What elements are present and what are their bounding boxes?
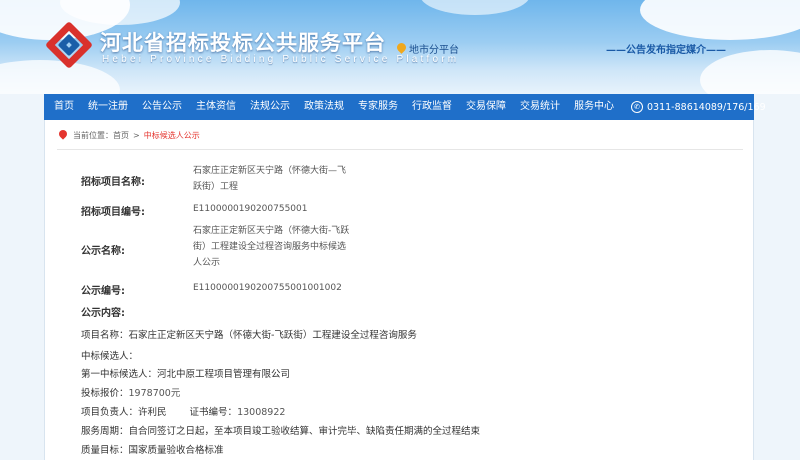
bid-price-label: 投标报价： <box>81 388 129 399</box>
breadcrumb-divider <box>57 149 743 150</box>
notice-code-label: 公示编号: <box>81 286 125 297</box>
notice-code-value: E1100000190200755001001002 <box>193 283 342 293</box>
breadcrumb-current[interactable]: 中标候选人公示 <box>144 130 200 141</box>
cert-label: 证书编号： <box>189 407 238 418</box>
slogan: ——公告发布指定媒介—— <box>606 45 726 56</box>
notice-name-value: 石家庄正定新区天宁路（怀德大街-飞跃 街）工程建设全过程咨询服务中标候选 人公示 <box>193 223 363 271</box>
breadcrumb-home[interactable]: 首页 <box>113 130 129 141</box>
project-code-value: E1100000190200755001 <box>193 204 308 214</box>
nav-item-service-center[interactable]: 服务中心 <box>567 94 621 120</box>
content-service-period: 服务周期：自合同签订之日起，至本项目竣工验收结算、审计完毕、缺陷责任期满的全过程… <box>81 426 481 437</box>
location-pin-icon <box>397 43 406 55</box>
hotline-number: 0311-88614089/176/169 <box>647 101 766 113</box>
project-name-line: 石家庄正定新区天宁路（怀德大街—飞 <box>193 166 347 176</box>
nav-item-statistics[interactable]: 交易统计 <box>513 94 567 120</box>
nav-item-regulation-notice[interactable]: 法规公示 <box>243 94 297 120</box>
breadcrumb-prefix: 当前位置： <box>73 131 113 140</box>
breadcrumb: 当前位置： 首页 > 中标候选人公示 <box>59 130 200 141</box>
content-project-name: 项目名称：石家庄正定新区天宁路（怀德大街-飞跃街）工程建设全过程咨询服务 <box>81 330 417 341</box>
content-first-candidate: 第一中标候选人：河北中原工程项目管理有限公司 <box>81 369 291 380</box>
content-candidates-heading: 中标候选人： <box>81 351 139 362</box>
cert-number: 13008922 <box>237 407 286 418</box>
bid-price-value: 1978700元 <box>128 388 181 399</box>
phone-icon: ✆ <box>631 101 643 113</box>
content-bid-price: 投标报价：1978700元 <box>81 385 180 399</box>
city-platform-label: 地市分平台 <box>409 45 459 56</box>
nav-item-announcements[interactable]: 公告公示 <box>135 94 189 120</box>
project-code-label: 招标项目编号: <box>81 207 145 218</box>
cloud-decoration <box>700 50 800 94</box>
city-platform-link[interactable]: 地市分平台 <box>397 41 459 56</box>
content-leader: 项目负责人：许利民 证书编号：13008922 <box>81 404 285 418</box>
project-name-line: 跃街）工程 <box>193 182 239 192</box>
nav-item-guarantee[interactable]: 交易保障 <box>459 94 513 120</box>
notice-name-line: 人公示 <box>193 258 221 268</box>
leader-label: 项目负责人：许利民 <box>81 407 167 418</box>
content-quality-target: 质量目标：国家质量验收合格标准 <box>81 445 224 456</box>
notice-name-label: 公示名称: <box>81 246 125 257</box>
nav-item-register[interactable]: 统一注册 <box>81 94 135 120</box>
hotline: ✆ 0311-88614089/176/169 <box>631 101 766 113</box>
project-name-label: 招标项目名称: <box>81 177 145 188</box>
notice-content-label: 公示内容: <box>81 308 125 319</box>
cloud-decoration <box>420 0 530 15</box>
site-logo-icon[interactable] <box>44 20 94 70</box>
location-pin-icon <box>59 130 68 141</box>
site-title[interactable]: 河北省招标投标公共服务平台 <box>100 27 386 57</box>
project-name-value: 石家庄正定新区天宁路（怀德大街—飞 跃街）工程 <box>193 163 363 195</box>
main-nav: 首页 统一注册 公告公示 主体资信 法规公示 政策法规 专家服务 行政监督 交易… <box>44 94 766 120</box>
nav-item-policy[interactable]: 政策法规 <box>297 94 351 120</box>
notice-name-line: 街）工程建设全过程咨询服务中标候选 <box>193 242 347 252</box>
nav-item-supervision[interactable]: 行政监督 <box>405 94 459 120</box>
nav-item-experts[interactable]: 专家服务 <box>351 94 405 120</box>
notice-name-line: 石家庄正定新区天宁路（怀德大街-飞跃 <box>193 226 350 236</box>
cloud-decoration <box>640 0 800 40</box>
site-header: 河北省招标投标公共服务平台 Hebei Province Bidding Pub… <box>0 0 800 94</box>
breadcrumb-separator: > <box>133 131 140 140</box>
nav-item-home[interactable]: 首页 <box>44 94 81 120</box>
content-panel: 当前位置： 首页 > 中标候选人公示 招标项目名称: 石家庄正定新区天宁路（怀德… <box>44 120 754 460</box>
nav-item-credit[interactable]: 主体资信 <box>189 94 243 120</box>
